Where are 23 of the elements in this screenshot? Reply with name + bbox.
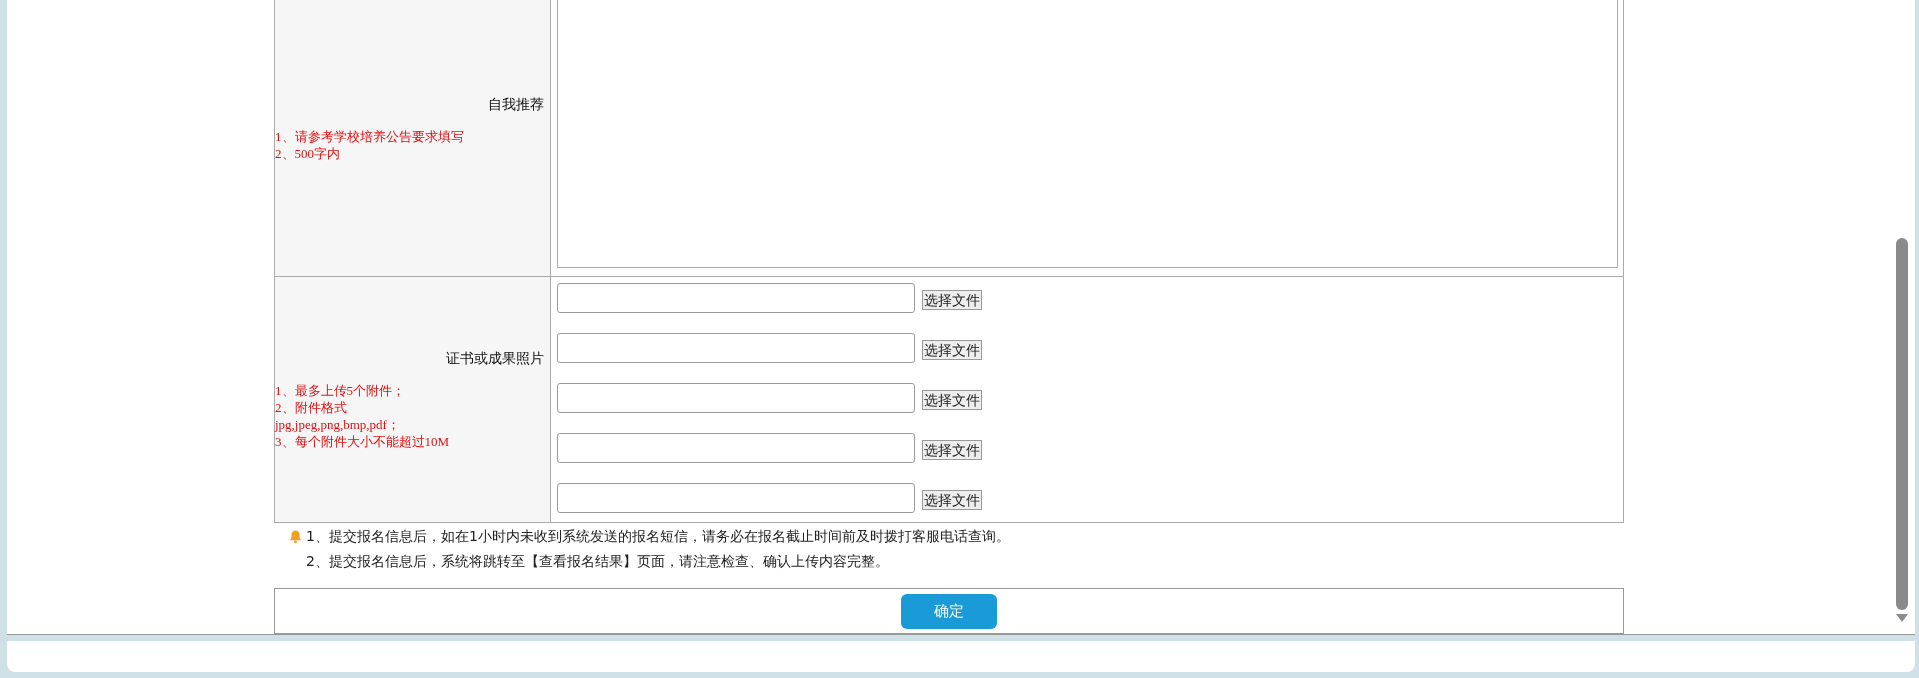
- scroll-down-arrow-icon[interactable]: [1896, 614, 1908, 622]
- field-label: 自我推荐: [488, 95, 544, 114]
- hint-text: 2、500字内: [275, 144, 341, 162]
- scrollbar-thumb[interactable]: [1896, 238, 1908, 610]
- file-path-field[interactable]: [557, 483, 915, 513]
- hint-text: 1、请参考学校培养公告要求填写: [275, 127, 465, 145]
- hint-text: 3、每个附件大小不能超过10M: [275, 432, 451, 450]
- hint-text: jpg,jpeg,png,bmp,pdf；: [275, 415, 401, 433]
- hint-text: 1、最多上传5个附件；: [275, 381, 406, 399]
- choose-file-button[interactable]: 选择文件: [922, 490, 982, 510]
- file-path-field[interactable]: [557, 333, 915, 363]
- hint-text: 2、附件格式: [275, 398, 348, 416]
- choose-file-button[interactable]: 选择文件: [922, 440, 982, 460]
- file-path-field[interactable]: [557, 433, 915, 463]
- choose-file-button[interactable]: 选择文件: [922, 340, 982, 360]
- notice-text: 2、提交报名信息后，系统将跳转至【查看报名结果】页面，请注意检查、确认上传内容完整。: [306, 552, 889, 571]
- notice-text: 1、提交报名信息后，如在1小时内未收到系统发送的报名短信，请务必在报名截止时间前及时拨打客服电话查询。: [306, 527, 1010, 546]
- choose-file-button[interactable]: 选择文件: [922, 290, 982, 310]
- file-path-field[interactable]: [557, 383, 915, 413]
- choose-file-button[interactable]: 选择文件: [922, 390, 982, 410]
- bell-icon: [288, 529, 303, 544]
- file-path-field[interactable]: [557, 283, 915, 313]
- field-label: 证书或成果照片: [446, 349, 544, 368]
